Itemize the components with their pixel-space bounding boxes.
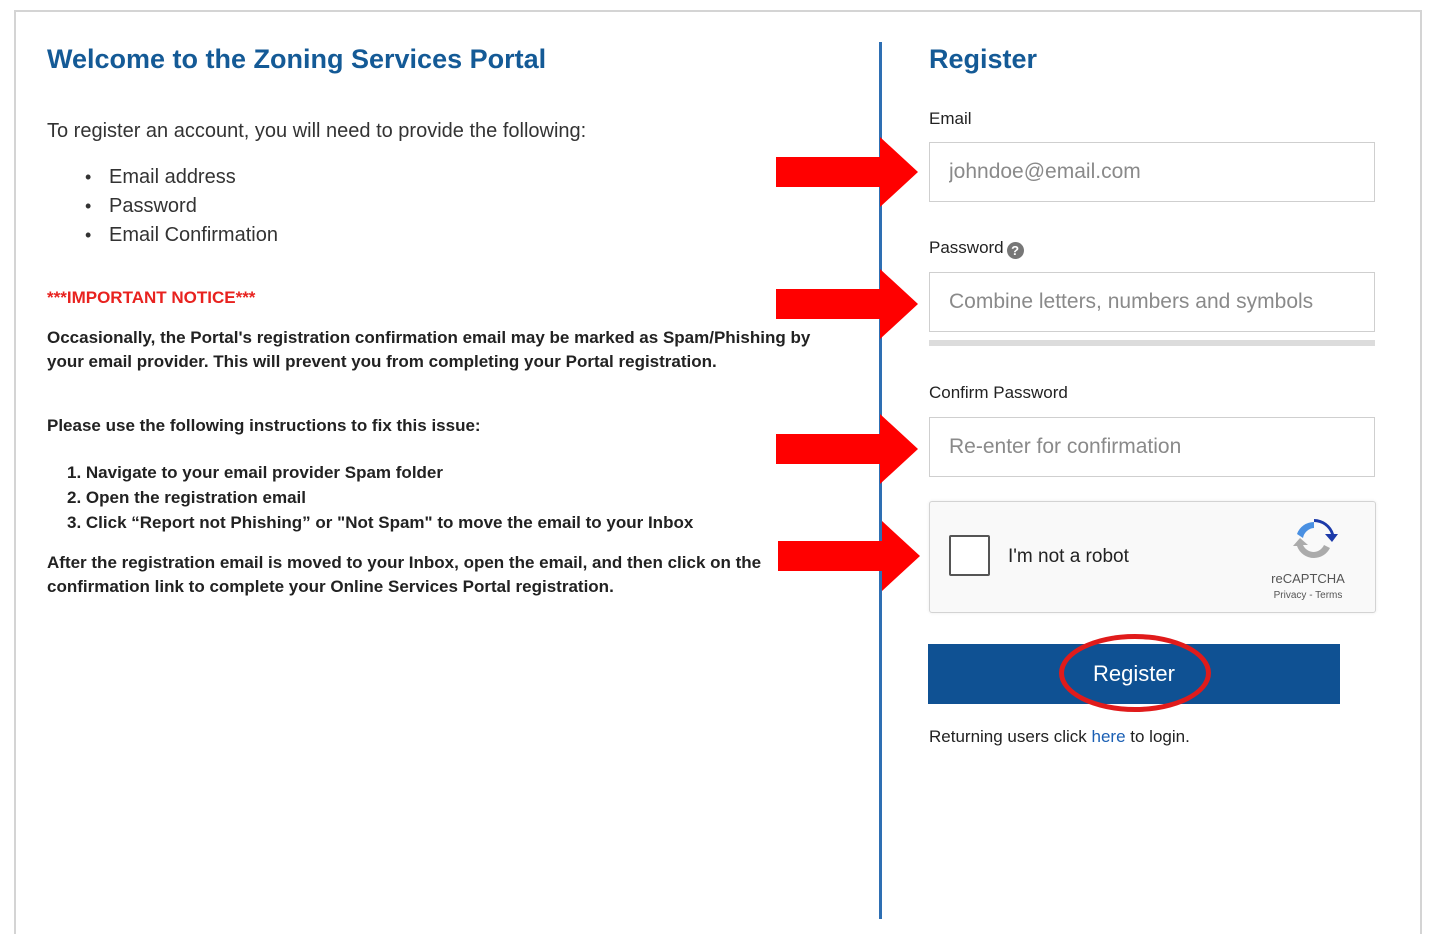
email-field[interactable]: [929, 142, 1375, 202]
annotation-arrow-icon: [776, 269, 918, 339]
password-label-row: Password?: [929, 238, 1024, 259]
list-item: 2. Open the registration email: [67, 488, 307, 507]
list-item: Password: [85, 193, 278, 222]
password-field[interactable]: [929, 272, 1375, 332]
email-label: Email: [929, 109, 972, 128]
register-title: Register: [929, 44, 1038, 74]
returning-prefix: Returning users click: [929, 727, 1092, 746]
recaptcha-brand: reCAPTCHA: [1271, 571, 1345, 586]
register-button[interactable]: Register: [928, 644, 1340, 704]
list-item: 3. Click “Report not Phishing” or "Not S…: [67, 513, 694, 532]
password-label: Password: [929, 238, 1004, 257]
notice-text: Occasionally, the Portal's registration …: [47, 328, 811, 371]
login-link[interactable]: here: [1092, 727, 1126, 746]
requirements-list: Email address Password Email Confirmatio…: [85, 164, 278, 251]
list-item: 1. Navigate to your email provider Spam …: [67, 463, 443, 482]
recaptcha-logo-icon: [1293, 519, 1338, 558]
recaptcha-widget: I'm not a robot reCAPTCHA Privacy - Term…: [929, 501, 1376, 613]
annotation-arrow-icon: [778, 521, 920, 591]
instructions-intro: Please use the following instructions to…: [47, 416, 481, 435]
recaptcha-label: I'm not a robot: [1008, 546, 1129, 567]
intro-text: To register an account, you will need to…: [47, 120, 587, 142]
welcome-title: Welcome to the Zoning Services Portal: [47, 44, 547, 74]
recaptcha-checkbox[interactable]: [949, 535, 990, 576]
confirm-password-label: Confirm Password: [929, 383, 1068, 402]
instructions-list: 1. Navigate to your email provider Spam …: [67, 461, 693, 536]
important-notice-title: ***IMPORTANT NOTICE***: [47, 288, 256, 307]
annotation-arrow-icon: [776, 137, 918, 207]
question-circle-icon[interactable]: ?: [1006, 242, 1024, 259]
returning-suffix: to login.: [1125, 727, 1190, 746]
confirm-password-field[interactable]: [929, 417, 1375, 477]
list-item: Email Confirmation: [85, 222, 278, 251]
password-strength-bar: [929, 340, 1375, 346]
annotation-arrow-icon: [776, 414, 918, 484]
recaptcha-links[interactable]: Privacy - Terms: [1256, 590, 1360, 601]
returning-users-text: Returning users click here to login.: [929, 727, 1190, 747]
closing-text: After the registration email is moved to…: [47, 553, 762, 596]
list-item: Email address: [85, 164, 278, 193]
